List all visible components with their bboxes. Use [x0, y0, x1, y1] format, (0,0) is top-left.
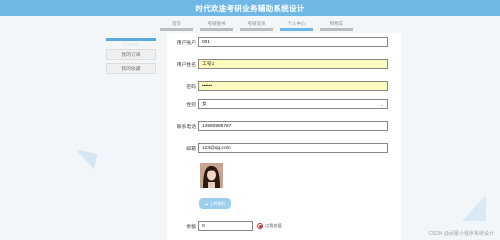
name-label: 用户姓名 — [176, 62, 196, 68]
phone-field[interactable]: 13560998787 — [198, 121, 388, 131]
password-label: 密码 — [186, 84, 196, 90]
nav-item-cart[interactable]: 购物车 — [320, 19, 353, 31]
sidebar-title: 个人中心 — [123, 42, 139, 47]
email-label: 邮箱 — [186, 146, 196, 152]
gender-label: 性别 — [186, 102, 196, 108]
sidebar-item-favorites[interactable]: 我的收藏 — [106, 63, 156, 74]
sidebar-item-orders[interactable]: 我的订单 — [106, 49, 156, 60]
name-field[interactable]: 工号1 — [198, 59, 388, 69]
recharge-option[interactable]: 点我充值 — [257, 223, 282, 229]
nav-item-news[interactable]: 考研资讯 — [240, 19, 273, 31]
watermark: CSDN @武蒙小程序系统设计 — [428, 231, 494, 237]
upload-button-label: 上传图片 — [209, 200, 226, 206]
password-field[interactable]: •••••• — [198, 81, 388, 91]
profile-form: 用户账户 001 用户姓名 工号1 密码 •••••• 性别 女 ⌄ 联系电话 … — [167, 33, 401, 240]
email-field[interactable]: 123@qq.com — [198, 143, 388, 153]
top-nav: 首页 考研图书 考研资讯 个人中心 购物车 — [160, 19, 353, 31]
sidebar: 个人中心 我的订单 我的收藏 — [106, 38, 156, 74]
phone-label: 联系电话 — [176, 124, 196, 130]
nav-item-profile[interactable]: 个人中心 — [280, 19, 313, 31]
upload-image-button[interactable]: ☁ 上传图片 — [199, 198, 231, 209]
app-title: 时代欢途考研业务辅助系统设计 — [195, 3, 305, 13]
balance-label: 余额 — [186, 224, 196, 230]
decorative-triangle — [58, 146, 98, 170]
nav-item-home[interactable]: 首页 — [160, 19, 193, 31]
recharge-label: 点我充值 — [265, 223, 282, 228]
account-label: 用户账户 — [176, 40, 196, 46]
app-header: 时代欢途考研业务辅助系统设计 — [0, 0, 500, 16]
nav-item-books[interactable]: 考研图书 — [200, 19, 233, 31]
balance-field[interactable]: 0 — [198, 221, 253, 231]
sidebar-accent-line — [106, 38, 156, 41]
recharge-radio-icon — [257, 223, 263, 229]
chevron-down-icon: ⌄ — [380, 102, 384, 107]
gender-value: 女 — [202, 102, 207, 107]
avatar-image — [200, 163, 223, 188]
account-field[interactable]: 001 — [198, 37, 388, 47]
gender-select[interactable]: 女 ⌄ — [198, 99, 388, 109]
cloud-upload-icon: ☁ — [204, 201, 209, 206]
decorative-triangle — [462, 195, 486, 221]
